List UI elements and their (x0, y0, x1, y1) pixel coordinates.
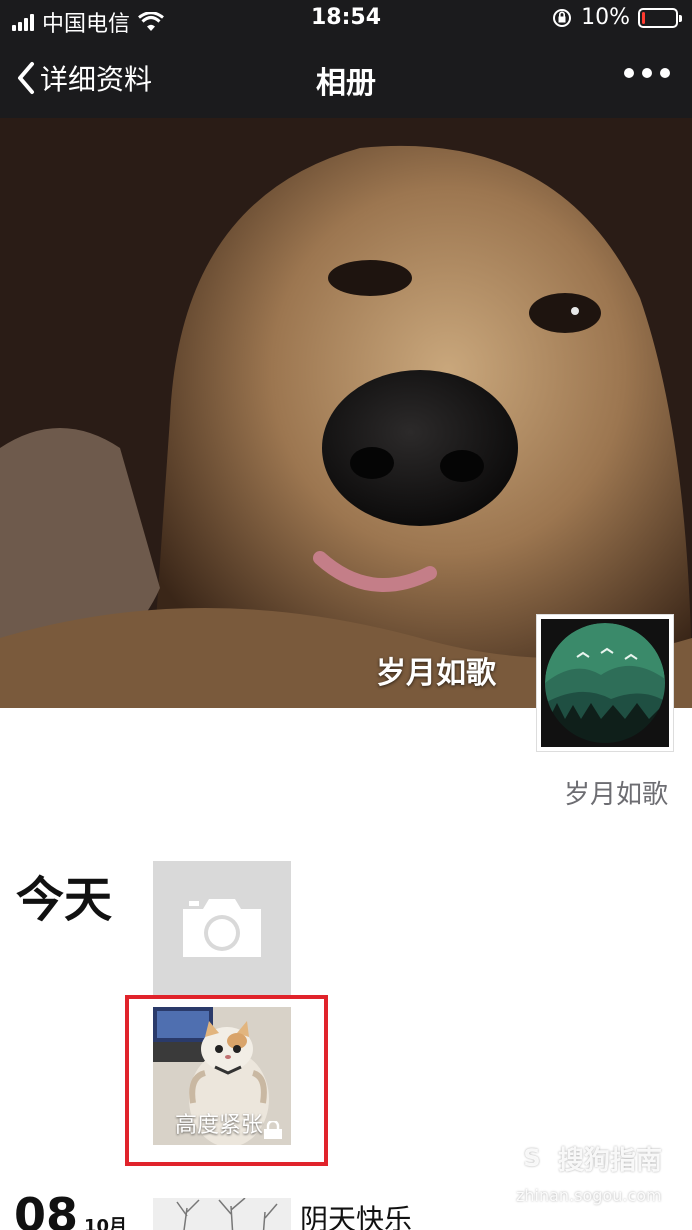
watermark: S 搜狗指南 (512, 1138, 662, 1178)
avatar[interactable] (536, 614, 674, 752)
nav-bar: 详细资料 相册 (0, 38, 692, 118)
camera-icon (183, 899, 261, 957)
mountain-landscape-avatar (541, 619, 669, 747)
profile-name[interactable]: 岁月如歌 (564, 774, 668, 811)
battery-percent: 10% (581, 5, 630, 30)
back-label: 详细资料 (40, 63, 153, 96)
orientation-lock-icon (553, 8, 572, 27)
date-day: 08 (14, 1188, 79, 1230)
post-thumbnail[interactable]: 高度紧张 (153, 1007, 291, 1145)
chevron-left-icon (18, 62, 34, 94)
next-post-thumbnail[interactable] (153, 1198, 291, 1230)
cover-name-overlay: 岁月如歌 (376, 656, 496, 691)
date-month: 10月 (84, 1216, 128, 1230)
next-post-text[interactable]: 阴天快乐 (300, 1198, 412, 1230)
post-caption: 高度紧张 (175, 1113, 264, 1138)
tree-photo (153, 1198, 291, 1230)
more-icon[interactable] (624, 68, 670, 78)
status-right: 10% (551, 5, 682, 30)
watermark-logo-icon: S (512, 1138, 552, 1178)
watermark-text: 搜狗指南 (558, 1145, 663, 1176)
add-photo-button[interactable] (153, 861, 291, 999)
lock-icon (264, 1121, 282, 1139)
battery-fill (642, 11, 645, 24)
watermark-url: zhinan.sogou.com (516, 1186, 662, 1205)
battery-icon (638, 7, 682, 28)
status-bar: 中国电信 18:54 10% (0, 0, 692, 38)
back-button[interactable]: 详细资料 (16, 58, 152, 98)
today-label: 今天 (16, 872, 113, 928)
